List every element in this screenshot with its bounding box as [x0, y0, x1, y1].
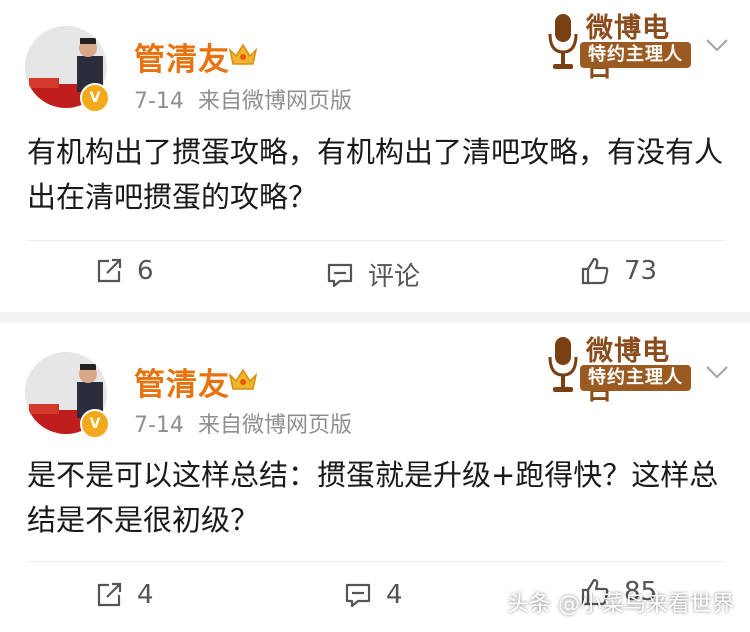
divider: [27, 561, 725, 562]
post-separator: [0, 312, 750, 323]
post-source: 来自微博网页版: [197, 89, 352, 114]
repost-button[interactable]: 4: [95, 580, 154, 610]
verified-badge-icon: V: [80, 83, 110, 113]
comment-icon: [345, 583, 371, 608]
chevron-down-icon[interactable]: [705, 365, 729, 379]
comment-count: 4: [386, 580, 403, 610]
verified-badge-icon: V: [80, 409, 110, 439]
comment-button[interactable]: 评论: [326, 256, 420, 293]
post-content: 有机构出了掼蛋攻略，有机构出了清吧攻略，有没有人出在清吧掼蛋的攻略？: [27, 135, 724, 214]
chevron-down-icon[interactable]: [705, 38, 729, 52]
crown-icon: [228, 43, 258, 65]
microphone-icon: [548, 337, 578, 392]
like-button[interactable]: 73: [580, 256, 657, 286]
crown-icon: [228, 368, 258, 390]
post-meta: 7-14 来自微博网页版: [134, 83, 352, 115]
thumbs-up-icon: [581, 257, 609, 285]
comment-count: 评论: [368, 262, 421, 292]
repost-count: 6: [137, 256, 154, 286]
weibo-post: V 管清友 7-14 来自微博网页版 微博电台 特约主理人 有机构出了掼蛋攻略，有…: [0, 0, 750, 312]
repost-count: 4: [137, 580, 154, 610]
microphone-icon: [548, 14, 578, 69]
like-count: 73: [624, 256, 658, 286]
post-meta: 7-14 来自微博网页版: [134, 407, 352, 439]
comment-icon: [327, 263, 353, 287]
author-name[interactable]: 管清友: [134, 359, 230, 404]
divider: [27, 240, 725, 241]
post-source: 来自微博网页版: [197, 413, 352, 438]
post-date: 7-14: [134, 89, 184, 114]
radio-host-badge: 微博电台 特约主理人: [546, 331, 696, 406]
post-content: 是不是可以这样总结：掼蛋就是升级+跑得快？这样总结是不是很初级？: [27, 458, 719, 537]
post-date: 7-14: [134, 413, 184, 438]
comment-button[interactable]: 4: [344, 580, 403, 610]
repost-button[interactable]: 6: [95, 256, 154, 286]
author-name[interactable]: 管清友: [134, 34, 230, 79]
radio-badge-subtitle: 特约主理人: [580, 42, 691, 68]
radio-badge-subtitle: 特约主理人: [580, 365, 691, 391]
watermark: 头条 @小菜鸟来看世界: [507, 592, 734, 617]
repost-icon: [97, 582, 122, 607]
radio-host-badge: 微博电台 特约主理人: [546, 8, 696, 83]
repost-icon: [97, 258, 122, 283]
